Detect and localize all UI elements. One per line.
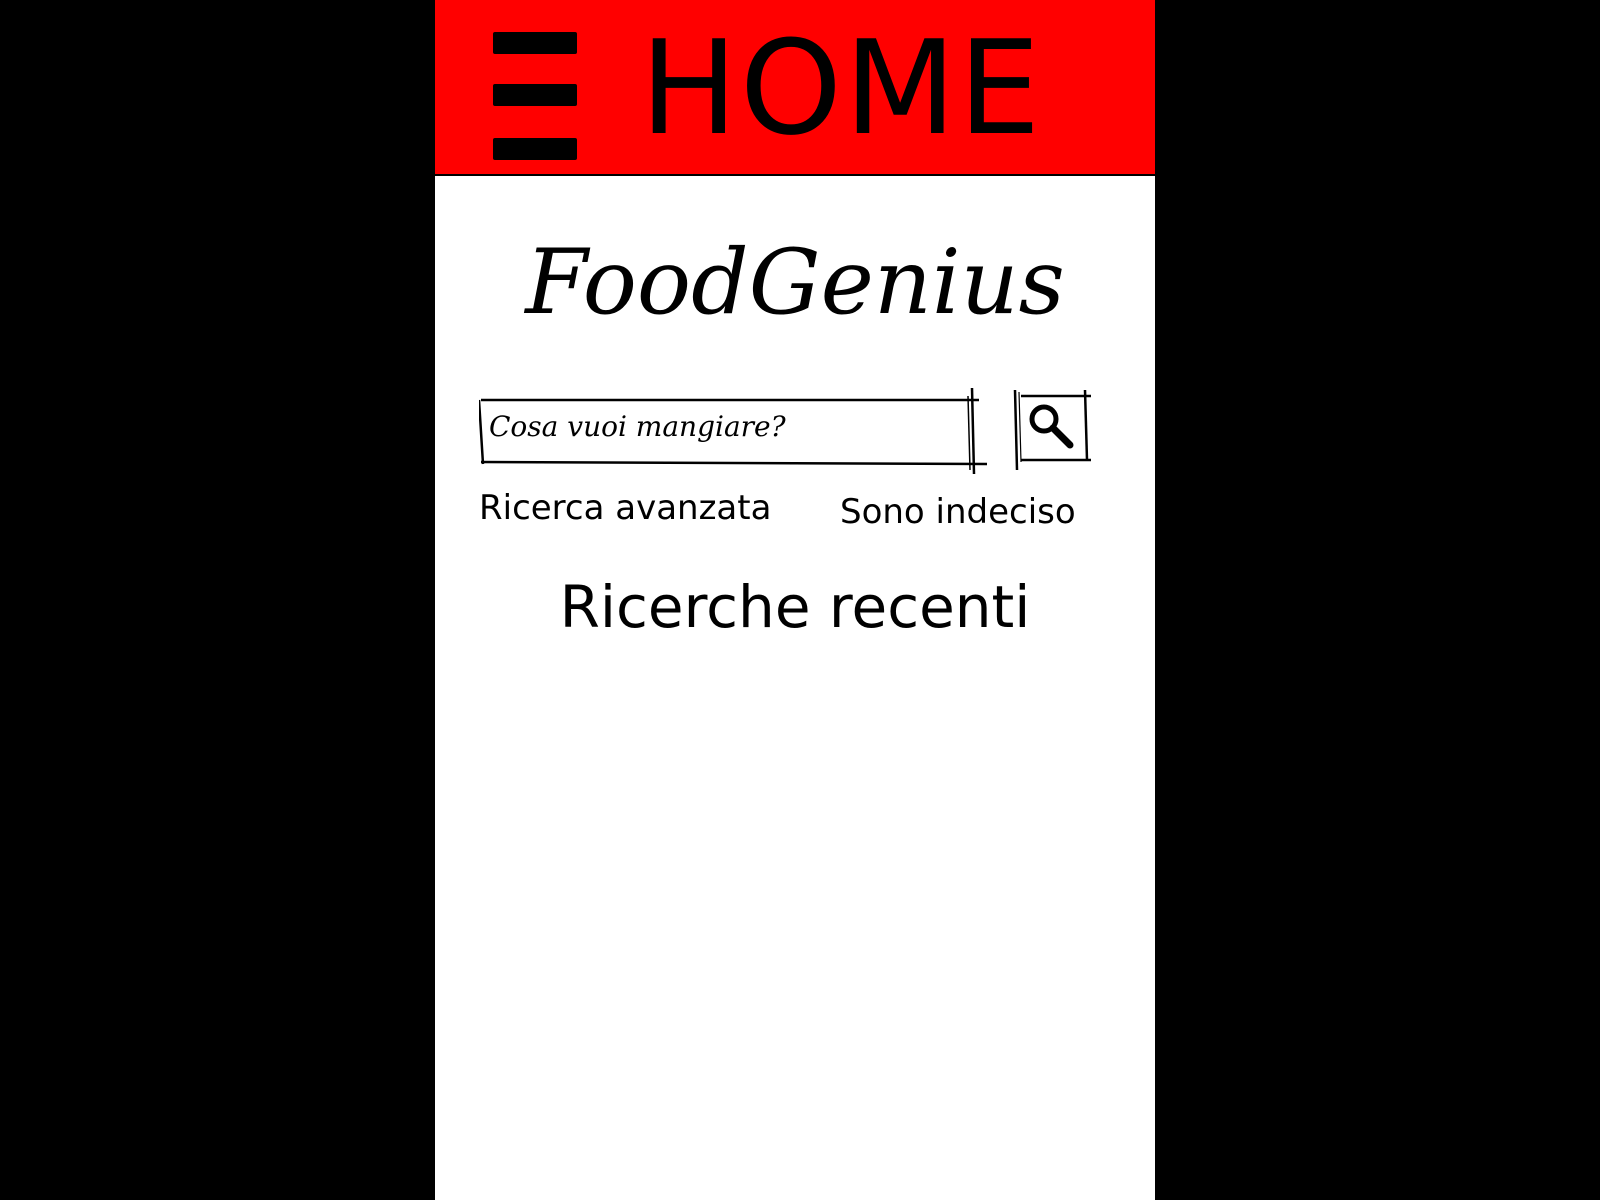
menu-button[interactable] [493, 32, 577, 162]
search-button[interactable] [1013, 388, 1101, 472]
search-input[interactable] [489, 404, 959, 448]
search-icon [1013, 389, 1091, 471]
recent-searches-title: Ricerche recenti [559, 573, 1031, 641]
undecided-link[interactable]: Sono indeciso [840, 492, 1076, 532]
page-title: HOME [640, 12, 1043, 164]
advanced-search-link[interactable]: Ricerca avanzata [479, 488, 771, 528]
phone-screen: HOME FoodGenius Ricerca avanzata Sono in… [435, 0, 1155, 1200]
search-box [479, 386, 1021, 476]
app-header: HOME [435, 0, 1155, 176]
app-title: FoodGenius [525, 230, 1065, 335]
